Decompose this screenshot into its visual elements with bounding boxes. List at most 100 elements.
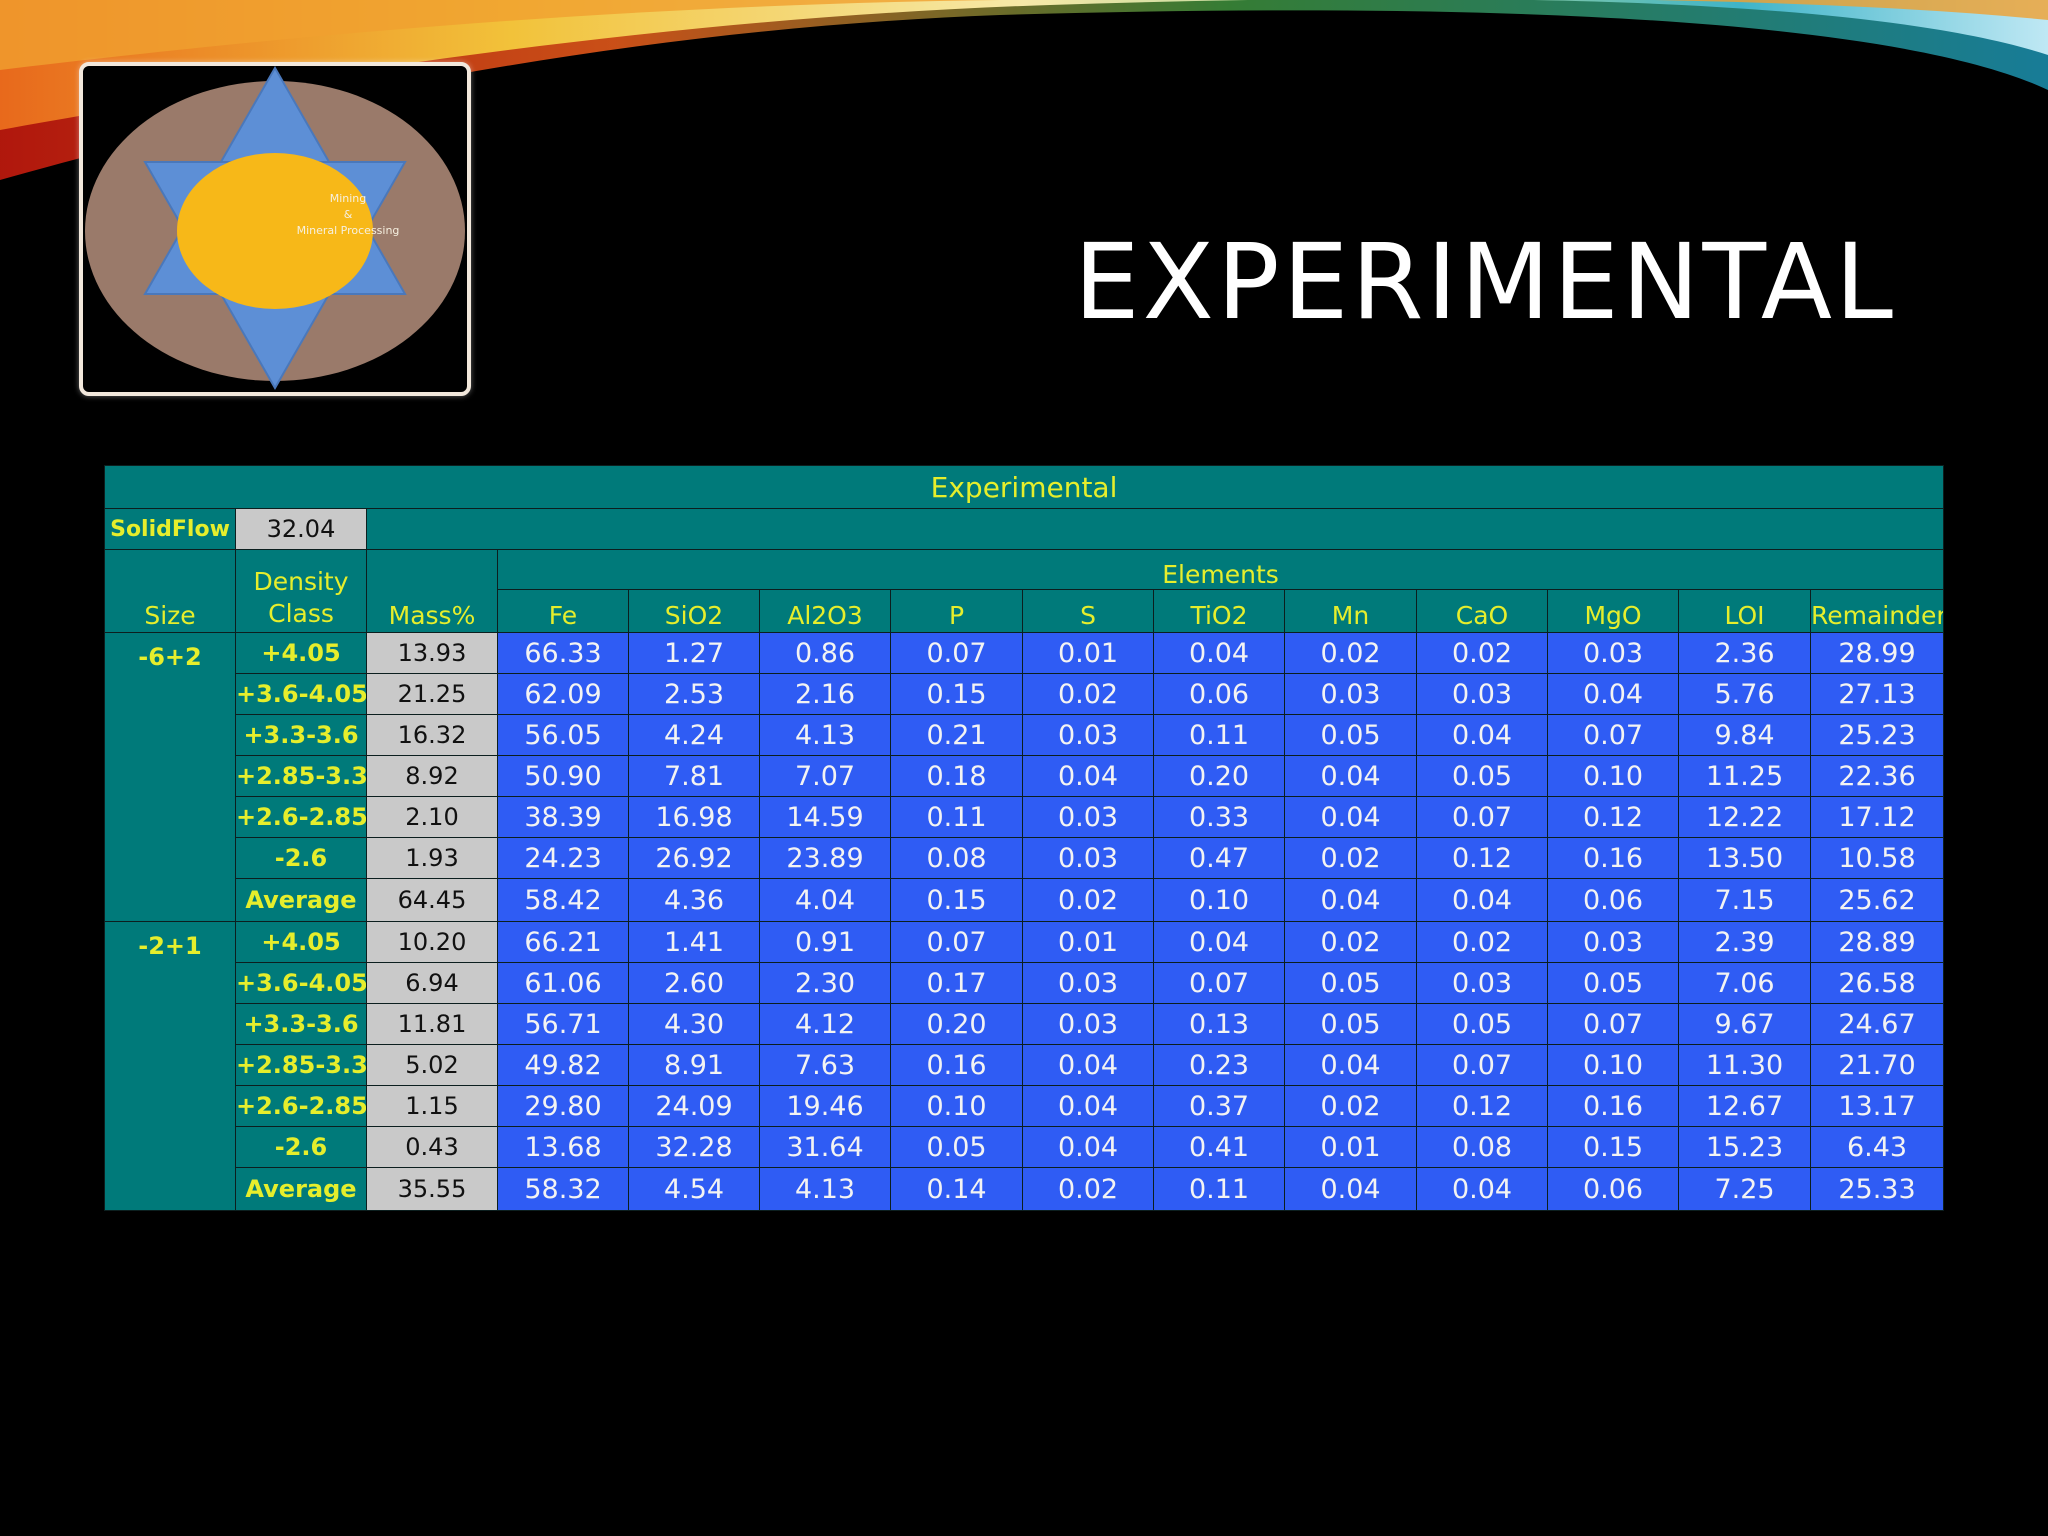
value-cell: 7.25 [1678,1167,1811,1211]
value-cell: 56.05 [497,714,629,756]
value-cell: 4.54 [628,1167,760,1211]
value-cell: 0.15 [890,673,1023,715]
value-cell: 0.37 [1153,1085,1285,1127]
header-col-sio2: SiO2 [628,589,760,633]
value-cell: 4.30 [628,1003,760,1045]
value-cell: 7.06 [1678,962,1811,1004]
value-cell: 0.21 [890,714,1023,756]
value-cell: 0.07 [890,921,1023,963]
value-cell: 15.23 [1678,1126,1811,1168]
header-col-mgo: MgO [1547,589,1679,633]
value-cell: 29.80 [497,1085,629,1127]
value-cell: 6.43 [1809,1126,1945,1168]
value-cell: 0.05 [1284,1003,1417,1045]
value-cell: 0.02 [1284,1085,1417,1127]
value-cell: 19.46 [759,1085,891,1127]
value-cell: 24.67 [1809,1003,1945,1045]
value-cell: 0.02 [1416,632,1548,674]
header-elements: Elements [496,549,1945,590]
value-cell: 0.47 [1153,837,1285,879]
value-cell: 0.11 [890,796,1023,838]
header-mass: Mass% [366,549,498,633]
value-cell: 0.03 [1547,921,1679,963]
value-cell: 56.71 [497,1003,629,1045]
value-cell: 0.04 [1416,1167,1548,1211]
value-cell: 4.36 [628,878,760,922]
value-cell: 9.84 [1678,714,1811,756]
solidflow-label: SolidFlow [104,508,236,550]
value-cell: 0.08 [890,837,1023,879]
value-cell: 0.14 [890,1167,1023,1211]
value-cell: 0.03 [1022,714,1154,756]
value-cell: 0.12 [1416,1085,1548,1127]
table-row: +3.3-3.6 11.81 56.71 4.30 4.12 0.20 0.03 0.13 0.… [105,1003,1945,1045]
mass-cell: 21.25 [366,673,498,715]
mass-cell: 5.02 [366,1044,498,1086]
value-cell: 26.92 [628,837,760,879]
value-cell: 16.98 [628,796,760,838]
value-cell: 10.58 [1809,837,1945,879]
mass-cell: 6.94 [366,962,498,1004]
solidflow-value: 32.04 [235,508,367,550]
value-cell: 31.64 [759,1126,891,1168]
value-cell: 0.05 [890,1126,1023,1168]
value-cell: 0.04 [1284,878,1417,922]
header-col-mn: Mn [1284,589,1417,633]
table-row: -2.6 0.43 13.68 32.28 31.64 0.05 0.04 0.41 0.01 0… [105,1126,1945,1168]
table-row: -2+1 +4.05 10.20 66.21 1.41 0.91 0.07 0.01 0.04 0… [104,921,1945,1211]
table-title: Experimental [103,465,1945,509]
density-cell: +2.6-2.85 [235,796,367,838]
value-cell: 0.04 [1284,1044,1417,1086]
density-cell: +2.85-3.3 [235,1044,367,1086]
value-cell: 28.89 [1809,921,1945,963]
value-cell: 0.15 [1547,1126,1679,1168]
value-cell: 0.03 [1022,1003,1154,1045]
value-cell: 66.33 [497,632,629,674]
value-cell: 58.32 [497,1167,629,1211]
value-cell: 0.10 [1153,878,1285,922]
value-cell: 21.70 [1809,1044,1945,1086]
value-cell: 0.10 [890,1085,1023,1127]
value-cell: 1.27 [628,632,760,674]
value-cell: 0.03 [1547,632,1679,674]
value-cell: 24.09 [628,1085,760,1127]
value-cell: 0.02 [1022,673,1154,715]
header-col-al2o3: Al2O3 [759,589,891,633]
value-cell: 0.05 [1284,714,1417,756]
value-cell: 7.07 [759,755,891,797]
value-cell: 61.06 [497,962,629,1004]
value-cell: 0.02 [1284,837,1417,879]
mass-cell: 0.43 [366,1126,498,1168]
value-cell: 0.86 [759,632,891,674]
mass-cell: 16.32 [366,714,498,756]
value-cell: 8.91 [628,1044,760,1086]
value-cell: 0.20 [1153,755,1285,797]
value-cell: 0.16 [1547,837,1679,879]
value-cell: 2.30 [759,962,891,1004]
size-cell: -2+1 [104,921,236,1211]
logo-text-line2: & [343,208,353,221]
value-cell: 13.68 [497,1126,629,1168]
density-cell: +4.05 [235,632,367,674]
value-cell: 27.13 [1809,673,1945,715]
mass-cell: 13.93 [366,632,498,674]
header-col-s: S [1022,589,1154,633]
value-cell: 0.04 [1284,1167,1417,1211]
slide-title: EXPERIMENTAL [1073,221,1896,343]
value-cell: 0.01 [1022,632,1154,674]
value-cell: 0.07 [1153,962,1285,1004]
value-cell: 0.04 [1022,1044,1154,1086]
value-cell: 0.11 [1153,1167,1285,1211]
value-cell: 0.05 [1284,962,1417,1004]
header-size: Size [104,549,236,633]
value-cell: 2.39 [1678,921,1811,963]
value-cell: 2.60 [628,962,760,1004]
value-cell: 7.15 [1678,878,1811,922]
value-cell: 0.02 [1022,878,1154,922]
value-cell: 38.39 [497,796,629,838]
density-cell: Average [235,878,367,922]
density-cell: -2.6 [235,837,367,879]
value-cell: 5.76 [1678,673,1811,715]
header-density-class: Density Class [235,549,367,633]
table-row: +2.6-2.85 2.10 38.39 16.98 14.59 0.11 0.03 0.33… [105,796,1945,838]
